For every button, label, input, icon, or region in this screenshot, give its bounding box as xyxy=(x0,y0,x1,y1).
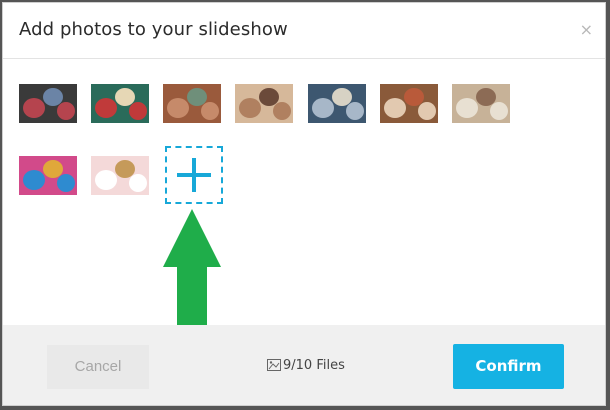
confirm-button[interactable]: Confirm xyxy=(453,344,564,389)
photo-detail xyxy=(23,98,45,118)
add-photos-modal: Add photos to your slideshow × Cancel 9/… xyxy=(2,2,606,406)
add-photo-button[interactable] xyxy=(165,146,223,204)
close-icon[interactable]: × xyxy=(580,20,593,39)
photo-thumbnail-7[interactable] xyxy=(452,84,510,123)
photo-detail xyxy=(57,102,75,120)
photo-detail xyxy=(23,170,45,190)
photo-thumbnail-8[interactable] xyxy=(19,156,77,195)
photo-thumbnail-6[interactable] xyxy=(380,84,438,123)
photo-thumbnail-9[interactable] xyxy=(91,156,149,195)
photo-detail xyxy=(201,102,219,120)
photo-detail xyxy=(273,102,291,120)
photo-thumbnail-2[interactable] xyxy=(91,84,149,123)
photo-detail xyxy=(456,98,478,118)
photo-detail xyxy=(167,98,189,118)
image-icon xyxy=(267,359,281,375)
photo-detail xyxy=(95,98,117,118)
photo-detail xyxy=(384,98,406,118)
photo-thumbnail-5[interactable] xyxy=(308,84,366,123)
photo-thumbnail-1[interactable] xyxy=(19,84,77,123)
cancel-button[interactable]: Cancel xyxy=(47,345,149,389)
photo-thumbnail-4[interactable] xyxy=(235,84,293,123)
photo-detail xyxy=(95,170,117,190)
photo-detail xyxy=(239,98,261,118)
up-arrow-icon xyxy=(163,209,221,325)
modal-title: Add photos to your slideshow xyxy=(19,19,288,40)
photo-detail xyxy=(490,102,508,120)
photo-detail xyxy=(418,102,436,120)
photo-thumbnail-3[interactable] xyxy=(163,84,221,123)
file-count: 9/10 Files xyxy=(267,358,345,375)
photo-detail xyxy=(346,102,364,120)
modal-footer: Cancel 9/10 Files Confirm xyxy=(3,325,605,405)
photo-detail xyxy=(129,174,147,192)
photo-detail xyxy=(312,98,334,118)
modal-header: Add photos to your slideshow × xyxy=(3,3,605,59)
photo-detail xyxy=(57,174,75,192)
plus-icon xyxy=(177,158,211,192)
photo-detail xyxy=(129,102,147,120)
file-count-label: 9/10 Files xyxy=(283,358,345,373)
